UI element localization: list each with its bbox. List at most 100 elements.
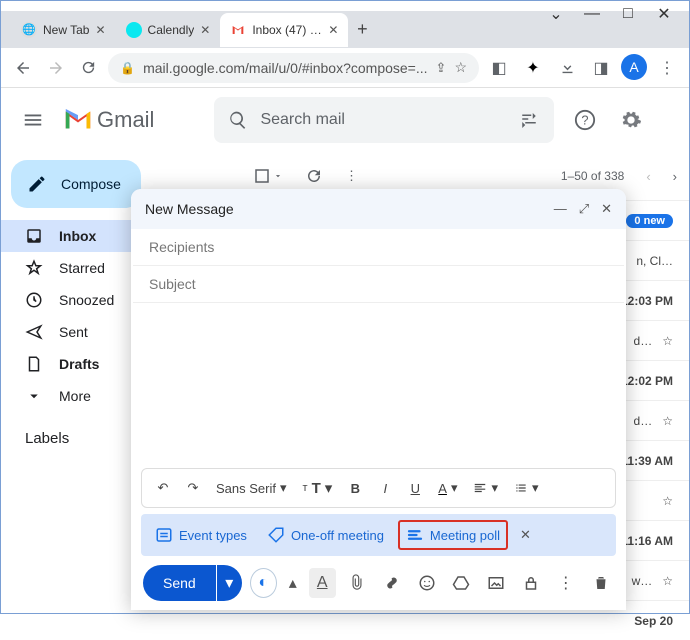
calendly-icon[interactable]: ◐ xyxy=(250,568,277,598)
italic-button[interactable]: I xyxy=(372,475,398,501)
tab-calendly[interactable]: Calendly ✕ xyxy=(116,13,221,47)
tab-label: New Tab xyxy=(43,23,89,37)
calendly-close-icon[interactable]: ✕ xyxy=(520,527,531,543)
oneoff-meeting-button[interactable]: One-off meeting xyxy=(261,522,390,548)
sidebar-item-label: More xyxy=(59,388,91,404)
recipients-field[interactable]: Recipients xyxy=(133,229,624,266)
help-icon[interactable]: ? xyxy=(565,100,605,140)
send-options-button[interactable]: ▾ xyxy=(217,565,242,601)
star-icon xyxy=(25,259,43,277)
meeting-poll-button[interactable]: Meeting poll xyxy=(398,520,508,550)
omnibox[interactable]: 🔒 mail.google.com/mail/u/0/#inbox?compos… xyxy=(108,53,479,83)
share-icon[interactable]: ⇪ xyxy=(436,60,447,76)
star-icon[interactable]: ☆ xyxy=(662,414,673,428)
calendly-toolbar: Event types One-off meeting Meeting poll… xyxy=(141,514,616,556)
color-button[interactable]: A ▾ xyxy=(432,480,463,496)
tab-close-icon[interactable]: ✕ xyxy=(328,23,338,37)
compose-body[interactable] xyxy=(131,303,626,468)
compose-header[interactable]: New Message — ⤢ ✕ xyxy=(131,189,626,229)
calendly-dropdown[interactable]: ▴ xyxy=(285,568,301,598)
star-icon[interactable]: ☆ xyxy=(662,574,673,588)
drive-icon[interactable] xyxy=(448,568,475,598)
profile-avatar[interactable]: A xyxy=(621,54,647,80)
chrome-menu-icon[interactable]: ⋮ xyxy=(653,54,681,82)
emoji-icon[interactable] xyxy=(413,568,440,598)
send-icon xyxy=(25,323,43,341)
row-time: 12:02 PM xyxy=(621,374,673,388)
window-dropdown-icon[interactable]: ⌄ xyxy=(549,7,563,21)
calendly-icon xyxy=(126,22,142,38)
minimize-icon[interactable]: — xyxy=(554,201,567,217)
underline-button[interactable]: U xyxy=(402,475,428,501)
filters-icon[interactable] xyxy=(520,110,540,130)
downloads-icon[interactable] xyxy=(553,54,581,82)
font-select[interactable]: Sans Serif ▾ xyxy=(210,480,293,496)
star-icon[interactable]: ☆ xyxy=(662,494,673,508)
sidepanel-icon[interactable]: ◨ xyxy=(587,54,615,82)
minimize-icon[interactable]: — xyxy=(585,7,599,21)
send-button[interactable]: Send xyxy=(143,565,216,601)
url-text: mail.google.com/mail/u/0/#inbox?compose=… xyxy=(143,60,427,76)
subject-field[interactable]: Subject xyxy=(133,266,624,303)
gmail-m-icon xyxy=(63,109,93,131)
back-button[interactable] xyxy=(9,54,36,82)
lock-icon: 🔒 xyxy=(120,61,135,75)
undo-button[interactable]: ↶ xyxy=(150,475,176,501)
refresh-button[interactable] xyxy=(305,167,323,185)
pencil-icon xyxy=(27,174,47,194)
tab-close-icon[interactable]: ✕ xyxy=(95,23,105,37)
search-icon xyxy=(228,110,248,130)
image-icon[interactable] xyxy=(483,568,510,598)
row-time: 11:39 AM xyxy=(621,454,673,468)
bold-button[interactable]: B xyxy=(342,475,368,501)
calendar-list-icon xyxy=(155,526,173,544)
tab-newtab[interactable]: 🌐 New Tab ✕ xyxy=(11,13,116,47)
size-select[interactable]: тT ▾ xyxy=(297,479,339,497)
extensions-icon[interactable]: ✦ xyxy=(519,54,547,82)
redo-button[interactable]: ↷ xyxy=(180,475,206,501)
gmail-header: Gmail Search mail ? xyxy=(1,88,689,152)
compose-button[interactable]: Compose xyxy=(11,160,141,208)
trash-icon[interactable] xyxy=(587,568,614,598)
url-row: 🔒 mail.google.com/mail/u/0/#inbox?compos… xyxy=(1,48,689,88)
more-button[interactable]: ⋮ xyxy=(345,168,358,184)
sidebar-item-label: Starred xyxy=(59,260,105,276)
maximize-icon[interactable]: □ xyxy=(621,7,635,21)
row-time: 12:03 PM xyxy=(621,294,673,308)
attach-icon[interactable] xyxy=(344,568,371,598)
star-icon[interactable]: ☆ xyxy=(662,334,673,348)
event-types-button[interactable]: Event types xyxy=(149,522,253,548)
next-page-button[interactable]: › xyxy=(673,169,677,184)
list-button[interactable]: ▾ xyxy=(508,480,545,496)
align-button[interactable]: ▾ xyxy=(467,480,504,496)
chevron-down-icon[interactable] xyxy=(273,171,283,181)
reload-button[interactable] xyxy=(75,54,102,82)
close-icon[interactable]: ✕ xyxy=(601,201,612,217)
app-icon[interactable]: ◧ xyxy=(485,54,513,82)
tab-label: Calendly xyxy=(148,23,195,37)
select-checkbox[interactable] xyxy=(253,167,283,185)
tab-gmail[interactable]: Inbox (47) - an ✕ xyxy=(220,13,348,47)
confidential-icon[interactable] xyxy=(518,568,545,598)
close-icon[interactable]: ✕ xyxy=(657,7,671,21)
format-toggle-button[interactable]: A xyxy=(309,568,336,598)
sidebar-item-label: Snoozed xyxy=(59,292,114,308)
search-bar[interactable]: Search mail xyxy=(214,97,554,143)
gmail-name: Gmail xyxy=(97,107,154,133)
new-badge: 0 new xyxy=(626,214,673,228)
apps-icon[interactable] xyxy=(657,100,677,140)
gmail-logo[interactable]: Gmail xyxy=(63,107,154,133)
row-sub: n, Cl… xyxy=(636,254,673,268)
chevron-down-icon xyxy=(25,387,43,405)
link-icon[interactable] xyxy=(378,568,405,598)
settings-icon[interactable] xyxy=(611,100,651,140)
more-icon[interactable]: ⋮ xyxy=(552,568,579,598)
svg-text:?: ? xyxy=(581,113,588,128)
menu-icon[interactable] xyxy=(13,100,53,140)
expand-icon[interactable]: ⤢ xyxy=(579,201,589,217)
prev-page-button[interactable]: ‹ xyxy=(646,169,650,184)
bookmark-star-icon[interactable]: ☆ xyxy=(454,59,467,76)
new-tab-button[interactable]: + xyxy=(348,16,376,44)
forward-button[interactable] xyxy=(42,54,69,82)
tab-close-icon[interactable]: ✕ xyxy=(200,23,210,37)
